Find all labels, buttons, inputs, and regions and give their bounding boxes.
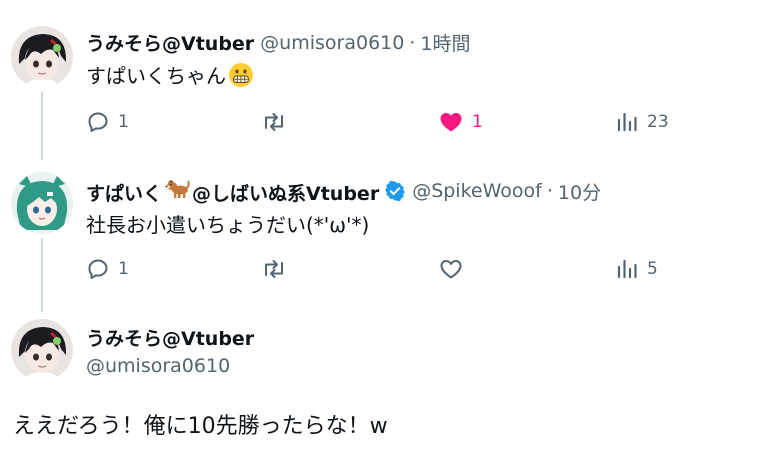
author-handle[interactable]: @umisora0610 [86,355,230,377]
tweet-2-text: 社長お小遣いちょうだい(*'ω'*) [86,209,369,238]
reply-count: 1 [118,112,129,132]
reply-icon [86,110,110,134]
author-name[interactable]: すぱいく @しばいぬ系Vtuber [86,176,379,206]
like-count: 1 [472,112,483,132]
avatar-umisora[interactable] [11,26,73,88]
tweet-text: ええだろう！俺に10先勝ったらな！w [13,414,388,439]
heart-outline-icon [438,257,464,281]
reply-button[interactable]: 1 [86,257,129,281]
thread-line-1 [41,92,43,160]
views-count: 23 [647,112,669,132]
avatar-umisora-focused[interactable] [11,319,73,381]
retweet-button[interactable] [261,110,295,134]
verified-badge-icon[interactable] [384,180,406,202]
tweet-2-actions: 1 5 [86,257,686,287]
heart-filled-icon [438,110,464,134]
grimacing-face-emoji [228,62,254,88]
tweet-1-header: うみそら@Vtuber @umisora0610 · 1時間 [86,29,470,56]
tweet-text: すぱいくちゃん [86,64,226,88]
reply-count: 1 [118,259,129,279]
retweet-icon [261,110,287,134]
separator-dot: · [546,180,553,202]
author-name-prefix: すぱいく [86,183,163,205]
focused-name-row: うみそら@Vtuber [86,324,254,351]
views-count: 5 [647,259,658,279]
views-button[interactable]: 5 [615,257,658,281]
like-button[interactable]: 1 [438,110,483,134]
dog-emoji [164,176,190,200]
views-chart-icon [615,110,639,134]
retweet-icon [261,257,287,281]
reply-button[interactable]: 1 [86,110,129,134]
author-name[interactable]: うみそら@Vtuber [86,324,254,351]
thread-line-2 [41,238,43,312]
avatar-spikewooof[interactable] [11,172,73,234]
tweet-2-header: すぱいく @しばいぬ系Vtuber @SpikeWooof · 10分 [86,176,601,206]
focused-tweet-text: ええだろう！俺に10先勝ったらな！w [13,408,388,440]
author-handle[interactable]: @umisora0610 [260,32,404,54]
author-handle[interactable]: @SpikeWooof [412,180,542,202]
author-name[interactable]: うみそら@Vtuber [86,29,254,56]
timestamp[interactable]: 10分 [558,178,601,205]
like-button[interactable] [438,257,472,281]
tweet-1-actions: 1 1 23 [86,110,686,140]
focused-handle-row: @umisora0610 [86,355,230,377]
timestamp[interactable]: 1時間 [420,29,470,56]
retweet-button[interactable] [261,257,295,281]
author-name-suffix: @しばいぬ系Vtuber [192,183,380,205]
tweet-text: 社長お小遣いちょうだい(*'ω'*) [86,213,370,237]
tweet-1-text: すぱいくちゃん [86,60,254,89]
reply-icon [86,257,110,281]
views-button[interactable]: 23 [615,110,669,134]
views-chart-icon [615,257,639,281]
separator-dot: · [409,31,416,54]
